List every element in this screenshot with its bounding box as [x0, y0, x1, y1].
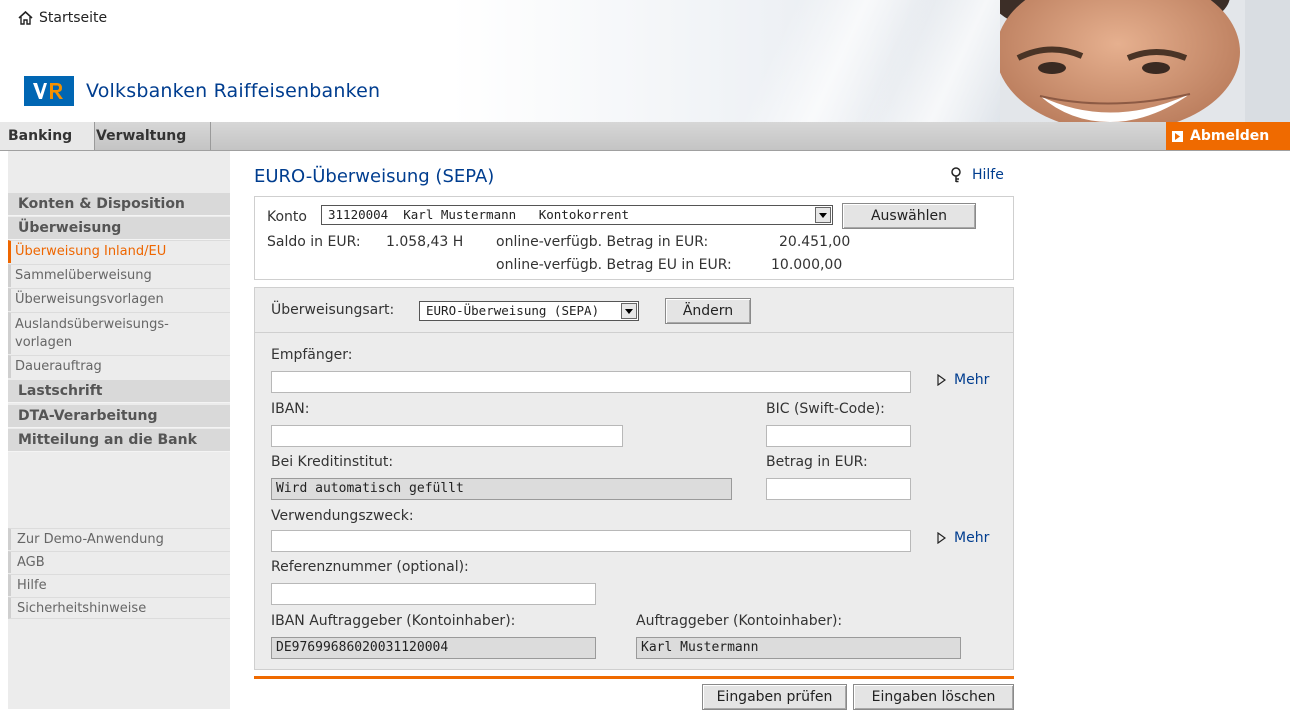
recipient-more-label: Mehr	[954, 372, 990, 388]
check-input-button[interactable]: Eingaben prüfen	[702, 684, 847, 710]
sidebar-link-agb[interactable]: AGB	[8, 551, 230, 573]
home-link[interactable]: Startseite	[18, 10, 107, 26]
payer-iban-label: IBAN Auftraggeber (Kontoinhaber):	[271, 613, 516, 629]
help-link[interactable]: Hilfe	[950, 167, 1004, 183]
purpose-more-label: Mehr	[954, 530, 990, 546]
sidebar-item-ueberweisung-inland-eu[interactable]: Überweisung Inland/EU	[8, 240, 230, 263]
transfer-type-label: Überweisungsart:	[271, 302, 395, 318]
payer-field: Karl Mustermann	[636, 637, 961, 659]
header-banner: Startseite Volksbanken Raiffeisenbanken	[0, 0, 1290, 122]
online-available-eu-label: online-verfügb. Betrag EU in EUR:	[496, 257, 732, 273]
purpose-label: Verwendungszweck:	[271, 508, 414, 524]
main-navigation: Banking Verwaltung Abmelden	[0, 122, 1290, 151]
sidebar-link-hilfe[interactable]: Hilfe	[8, 574, 230, 596]
bic-label: BIC (Swift-Code):	[766, 401, 885, 417]
account-select-value: 31120004 Karl Mustermann Kontokorrent	[328, 207, 630, 222]
account-panel: Konto 31120004 Karl Mustermann Kontokorr…	[254, 196, 1014, 280]
sidebar-link-demo[interactable]: Zur Demo-Anwendung	[8, 528, 230, 550]
transfer-type-panel: Überweisungsart: EURO-Überweisung (SEPA)…	[254, 287, 1014, 333]
tab-banking[interactable]: Banking	[0, 122, 95, 150]
sidebar-item-dta-verarbeitung[interactable]: DTA-Verarbeitung	[8, 405, 230, 428]
transfer-form: Empfänger: Mehr IBAN: BIC (Swift-Code): …	[254, 332, 1014, 670]
help-icon	[951, 167, 961, 183]
form-divider	[254, 676, 1014, 679]
amount-label: Betrag in EUR:	[766, 454, 868, 470]
purpose-input[interactable]	[271, 530, 911, 552]
sidebar-item-mitteilung-an-die-bank[interactable]: Mitteilung an die Bank	[8, 429, 230, 452]
bank-label: Bei Kreditinstitut:	[271, 454, 394, 470]
help-label: Hilfe	[972, 167, 1004, 183]
online-available-label: online-verfügb. Betrag in EUR:	[496, 234, 709, 250]
aendern-button[interactable]: Ändern	[665, 298, 751, 324]
home-icon	[18, 11, 33, 25]
saldo-label: Saldo in EUR:	[267, 234, 361, 250]
vr-logo-icon	[24, 76, 74, 106]
clear-input-button[interactable]: Eingaben löschen	[853, 684, 1014, 710]
reference-input[interactable]	[271, 583, 596, 605]
logout-label: Abmelden	[1190, 128, 1270, 144]
transfer-type-select[interactable]: EURO-Überweisung (SEPA)	[419, 301, 639, 321]
logout-arrow-icon	[1172, 130, 1183, 142]
sidebar-item-ueberweisungsvorlagen[interactable]: Überweisungsvorlagen	[8, 288, 230, 311]
recipient-more-link[interactable]: Mehr	[937, 372, 989, 388]
recipient-input[interactable]	[271, 371, 911, 393]
sidebar-item-auslandsueberweisungsvorlagen[interactable]: Auslandsüberweisungs- vorlagen	[8, 312, 230, 354]
bic-input[interactable]	[766, 425, 911, 447]
reference-label: Referenznummer (optional):	[271, 559, 469, 575]
banner-person-image	[1000, 0, 1290, 122]
iban-label: IBAN:	[271, 401, 310, 417]
recipient-label: Empfänger:	[271, 347, 353, 363]
amount-input[interactable]	[766, 478, 911, 500]
home-label: Startseite	[39, 10, 108, 26]
bank-field: Wird automatisch gefüllt	[271, 478, 732, 500]
transfer-type-select-value: EURO-Überweisung (SEPA)	[426, 303, 600, 318]
chevron-down-icon	[815, 207, 831, 223]
page-title: EURO-Überweisung (SEPA)	[254, 166, 495, 187]
sidebar-item-ueberweisung[interactable]: Überweisung	[8, 217, 230, 240]
payer-label: Auftraggeber (Kontoinhaber):	[636, 613, 843, 629]
payer-iban-field: DE97699686020031120004	[271, 637, 596, 659]
chevron-down-icon	[621, 303, 637, 319]
sidebar-link-sicherheitshinweise[interactable]: Sicherheitshinweise	[8, 597, 230, 619]
tab-verwaltung[interactable]: Verwaltung	[88, 122, 211, 150]
sidebar-item-sammelueberweisung[interactable]: Sammelüberweisung	[8, 264, 230, 287]
sidebar-item-konten-disposition[interactable]: Konten & Disposition	[8, 193, 230, 216]
account-select[interactable]: 31120004 Karl Mustermann Kontokorrent	[321, 205, 833, 225]
sidebar-item-lastschrift[interactable]: Lastschrift	[8, 380, 230, 403]
online-available-value: 20.451,00	[779, 234, 851, 250]
sidebar-item-dauerauftrag[interactable]: Dauerauftrag	[8, 355, 230, 378]
triangle-right-icon	[937, 532, 946, 544]
logout-button[interactable]: Abmelden	[1166, 122, 1290, 150]
brand-logo[interactable]: Volksbanken Raiffeisenbanken	[24, 76, 380, 106]
account-label: Konto	[267, 209, 307, 225]
triangle-right-icon	[937, 374, 946, 386]
purpose-more-link[interactable]: Mehr	[937, 530, 989, 546]
sidebar: Konten & Disposition Überweisung Überwei…	[8, 151, 230, 709]
brand-name: Volksbanken Raiffeisenbanken	[86, 80, 381, 102]
saldo-value: 1.058,43 H	[386, 234, 464, 250]
iban-input[interactable]	[271, 425, 623, 447]
auswaehlen-button[interactable]: Auswählen	[842, 203, 976, 229]
online-available-eu-value: 10.000,00	[771, 257, 843, 273]
